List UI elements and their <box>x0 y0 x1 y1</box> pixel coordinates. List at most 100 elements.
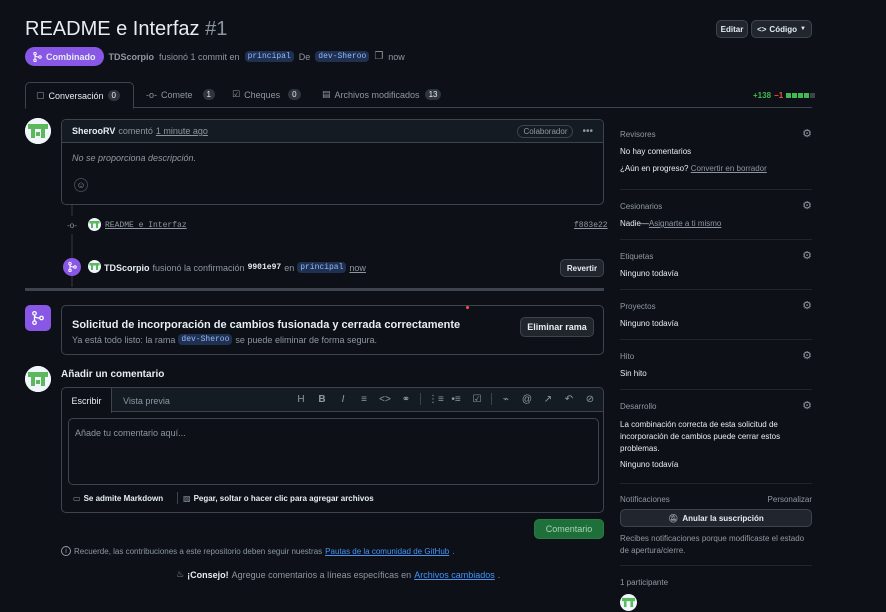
tab-checks[interactable]: ☑ Cheques 0 <box>232 89 301 100</box>
avatar <box>88 260 101 273</box>
comment-textarea[interactable]: Añade tu comentario aquí... <box>68 418 599 485</box>
format-tools: H B I ≡ <> ⚭ ⋮≡ •≡ ☑ ⌁ @ ↗ ↶ ⊘ <box>294 393 597 405</box>
merge-branch[interactable]: principal <box>297 262 347 273</box>
head-branch[interactable]: dev-Sheroo <box>315 51 370 62</box>
bold-icon[interactable]: B <box>315 394 329 405</box>
sidebar: Revisores ⚙ No hay comentarios ¿Aún en p… <box>620 118 812 612</box>
tab-preview[interactable]: Vista previa <box>123 396 170 406</box>
comment-editor: Escribir Vista previa H B I ≡ <> ⚭ ⋮≡ •≡… <box>61 387 604 513</box>
merged-branch[interactable]: dev-Sheroo <box>178 334 233 345</box>
tab-files[interactable]: ▤ Archivos modificados 13 <box>322 89 442 100</box>
author-link[interactable]: TDScorpio <box>109 52 155 62</box>
image-icon: ▨ <box>183 494 191 503</box>
edit-button[interactable]: Editar <box>716 20 748 38</box>
markdown-note[interactable]: ▭ Se admite Markdown <box>73 494 163 503</box>
timeline-divider <box>25 288 604 291</box>
from-text: De <box>298 51 311 62</box>
unsubscribe-button[interactable]: 🔕︎ Anular la suscripción <box>620 509 812 527</box>
merged-subtitle: Ya está todo listo: la rama dev-Sheroo s… <box>72 334 377 345</box>
files-changed-link[interactable]: Archivos cambiados <box>414 570 495 580</box>
merged-state-icon <box>25 305 51 331</box>
sidebar-notifications: Notificaciones Personalizar 🔕︎ Anular la… <box>620 484 812 566</box>
development-title: Desarrollo <box>620 402 657 411</box>
diffstat-bar <box>786 93 816 98</box>
comment-time[interactable]: 1 minute ago <box>156 126 208 136</box>
caret-down-icon: ▼ <box>799 26 806 32</box>
customize-link[interactable]: Personalizar <box>768 495 812 504</box>
ordered-list-icon[interactable]: ⋮≡ <box>428 394 444 405</box>
participant-avatar[interactable] <box>620 594 637 611</box>
heading-icon[interactable]: H <box>294 394 308 405</box>
comment-author[interactable]: SherooRV <box>72 126 115 136</box>
reply-icon[interactable]: ↶ <box>562 394 576 405</box>
merge-time[interactable]: now <box>349 263 366 273</box>
development-value: Ninguno todavía <box>620 460 679 469</box>
merge-in: en <box>284 262 295 273</box>
gear-icon[interactable]: ⚙ <box>802 127 812 140</box>
base-branch[interactable]: principal <box>244 51 294 62</box>
tab-files-label: Archivos modificados <box>334 89 420 100</box>
guidelines-link[interactable]: Pautas de la comunidad de GitHub <box>325 547 449 556</box>
convert-to-draft-link[interactable]: Convertir en borrador <box>691 164 767 173</box>
assignees-row: Nadie—Asignarte a ti mismo <box>620 219 721 228</box>
delete-branch-label: Eliminar rama <box>527 322 587 332</box>
quote-icon[interactable]: ≡ <box>357 394 371 405</box>
gear-icon[interactable]: ⚙ <box>802 299 812 312</box>
task-list-icon[interactable]: ☑ <box>470 394 484 405</box>
gear-icon[interactable]: ⚙ <box>802 399 812 412</box>
commit-message-link[interactable]: README e Interfaz <box>105 221 187 230</box>
commit-sha-link[interactable]: f883e22 <box>574 221 608 230</box>
tab-commits[interactable]: -o- Comete 1 <box>146 89 215 100</box>
revert-button[interactable]: Revertir <box>560 259 604 277</box>
merge-icon <box>33 51 42 62</box>
merge-author[interactable]: TDScorpio <box>104 263 150 273</box>
unordered-list-icon[interactable]: •≡ <box>449 394 463 405</box>
milestone-value: Sin hito <box>620 369 647 378</box>
assign-yourself-link[interactable]: Asignarte a ti mismo <box>649 219 721 228</box>
smiley-icon[interactable]: ☺ <box>74 178 88 192</box>
gear-icon[interactable]: ⚙ <box>802 349 812 362</box>
milestone-title: Hito <box>620 352 635 361</box>
copy-icon[interactable]: ❐ <box>374 51 383 62</box>
gear-icon[interactable]: ⚙ <box>802 249 812 262</box>
paperclip-icon[interactable]: ⌁ <box>499 394 513 405</box>
italic-icon[interactable]: I <box>336 394 350 405</box>
cross-reference-icon[interactable]: ↗ <box>541 394 555 405</box>
tab-conversation[interactable]: ▢ Conversación 0 <box>25 82 134 109</box>
tip-label: ¡Consejo! <box>187 569 229 580</box>
merge-sha[interactable]: 9901e97 <box>248 263 282 272</box>
notifications-note: Recibes notificaciones porque modificast… <box>620 534 805 555</box>
mention-icon[interactable]: @ <box>520 394 534 405</box>
diffstat: +138 −1 <box>753 91 816 100</box>
labels-title: Etiquetas <box>620 252 654 261</box>
projects-value: Ninguno todavía <box>620 319 679 328</box>
sidebar-participants: 1 participante <box>620 566 812 612</box>
comment-body: No se proporciona descripción. <box>72 153 197 163</box>
toolbar-divider <box>420 393 421 405</box>
kebab-menu-icon[interactable]: ••• <box>582 126 593 137</box>
tab-checks-label: Cheques <box>244 89 281 100</box>
markdown-note-label: Se admite Markdown <box>83 494 164 503</box>
code-icon: <> <box>757 24 767 34</box>
bell-slash-icon: 🔕︎ <box>668 513 679 523</box>
tip-text: Agregue comentarios a líneas específicas… <box>231 569 412 580</box>
slash-commands-icon[interactable]: ⊘ <box>583 394 597 405</box>
merged-text: fusionó 1 commit en <box>159 51 240 62</box>
tab-commits-label: Comete <box>161 89 193 100</box>
avatar[interactable] <box>25 118 51 144</box>
code-icon[interactable]: <> <box>378 394 392 405</box>
code-button[interactable]: <> Código ▼ <box>751 20 812 38</box>
cursor-dot <box>466 306 469 309</box>
gear-icon[interactable]: ⚙ <box>802 199 812 212</box>
avatar[interactable] <box>25 366 51 392</box>
tab-write[interactable]: Escribir <box>62 388 112 413</box>
community-reminder: i Recuerde, las contribuciones a este re… <box>61 546 454 556</box>
toolbar-divider <box>491 393 492 405</box>
submit-comment-button[interactable]: Comentario <box>534 519 604 539</box>
link-icon[interactable]: ⚭ <box>399 394 413 405</box>
delete-branch-button[interactable]: Eliminar rama <box>520 317 594 337</box>
attach-files[interactable]: ▨ Pegar, soltar o hacer clic para agrega… <box>183 494 374 503</box>
light-bulb-icon: ♨ <box>176 569 185 579</box>
sidebar-milestone: Hito ⚙ Sin hito <box>620 340 812 390</box>
merge-icon <box>63 258 81 276</box>
